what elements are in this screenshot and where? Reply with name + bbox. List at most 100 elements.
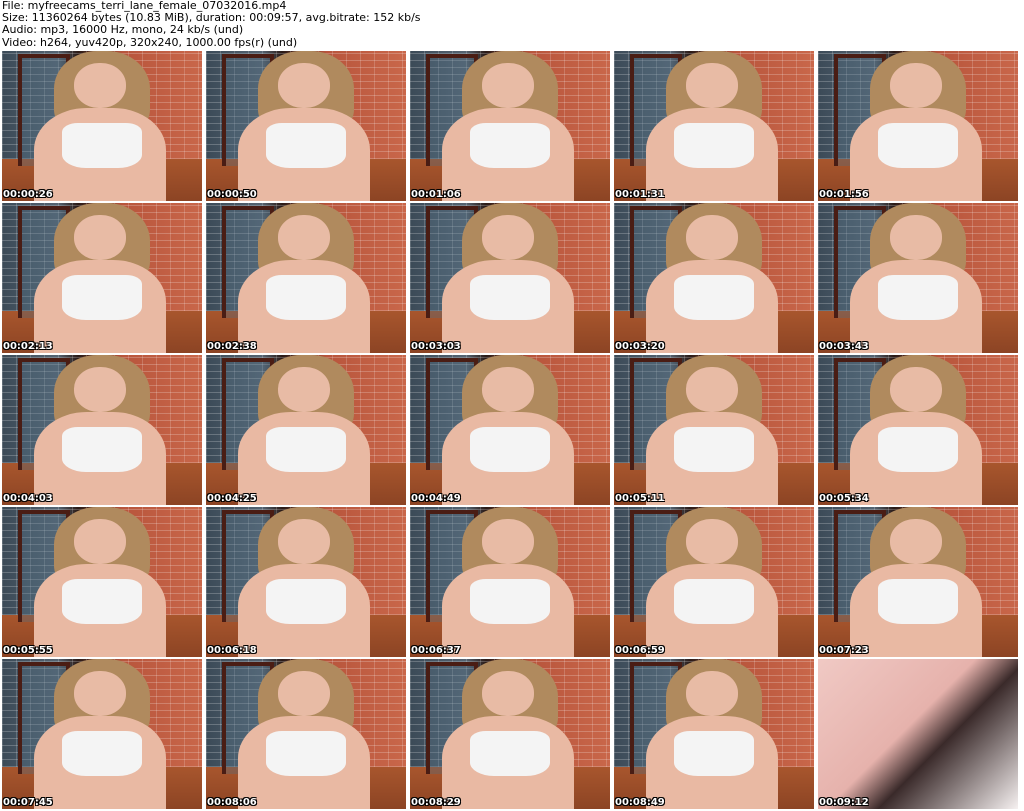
- video-thumbnail: 00:04:49: [410, 355, 610, 505]
- shirt-shape: [62, 427, 142, 472]
- video-thumbnail: 00:07:45: [2, 659, 202, 809]
- file-info-header: File: myfreecams_terri_lane_female_07032…: [2, 0, 1022, 49]
- face-shape: [278, 519, 330, 564]
- face-shape: [278, 63, 330, 108]
- video-thumbnail: 00:00:50: [206, 51, 406, 201]
- thumbnail-timestamp: 00:01:06: [411, 189, 461, 200]
- video-thumbnail: 00:00:26: [2, 51, 202, 201]
- thumbnail-timestamp: 00:05:11: [615, 493, 665, 504]
- face-shape: [890, 63, 942, 108]
- thumbnail-timestamp: 00:06:59: [615, 645, 665, 656]
- video-thumbnail: 00:02:13: [2, 203, 202, 353]
- shirt-shape: [470, 275, 550, 320]
- thumbnail-timestamp: 00:04:03: [3, 493, 53, 504]
- thumbnail-timestamp: 00:05:55: [3, 645, 53, 656]
- shirt-shape: [62, 579, 142, 624]
- thumbnail-timestamp: 00:01:56: [819, 189, 869, 200]
- face-shape: [74, 63, 126, 108]
- video-thumbnail: 00:02:38: [206, 203, 406, 353]
- shirt-shape: [266, 123, 346, 168]
- thumbnail-timestamp: 00:06:37: [411, 645, 461, 656]
- face-shape: [74, 215, 126, 260]
- video-thumbnail: 00:08:49: [614, 659, 814, 809]
- video-info-line: Video: h264, yuv420p, 320x240, 1000.00 f…: [2, 35, 298, 49]
- video-thumbnail: 00:04:25: [206, 355, 406, 505]
- shirt-shape: [62, 123, 142, 168]
- thumbnail-timestamp: 00:07:23: [819, 645, 869, 656]
- shirt-shape: [470, 427, 550, 472]
- video-thumbnail: 00:08:06: [206, 659, 406, 809]
- thumbnail-timestamp: 00:06:18: [207, 645, 257, 656]
- shirt-shape: [878, 579, 958, 624]
- thumbnail-timestamp: 00:04:25: [207, 493, 257, 504]
- video-thumbnail: 00:05:34: [818, 355, 1018, 505]
- face-shape: [686, 519, 738, 564]
- thumbnail-timestamp: 00:04:49: [411, 493, 461, 504]
- face-shape: [482, 63, 534, 108]
- thumbnail-scene: [818, 659, 1018, 809]
- shirt-shape: [266, 275, 346, 320]
- shirt-shape: [878, 275, 958, 320]
- face-shape: [890, 215, 942, 260]
- face-shape: [686, 367, 738, 412]
- video-thumbnail: 00:05:55: [2, 507, 202, 657]
- shirt-shape: [266, 427, 346, 472]
- shirt-shape: [266, 731, 346, 776]
- thumbnail-timestamp: 00:03:03: [411, 341, 461, 352]
- shirt-shape: [674, 275, 754, 320]
- face-shape: [482, 215, 534, 260]
- face-shape: [482, 671, 534, 716]
- shirt-shape: [62, 731, 142, 776]
- shirt-shape: [266, 579, 346, 624]
- thumbnail-timestamp: 00:08:06: [207, 797, 257, 808]
- shirt-shape: [674, 731, 754, 776]
- video-thumbnail: 00:06:59: [614, 507, 814, 657]
- shirt-shape: [674, 427, 754, 472]
- thumbnail-timestamp: 00:08:29: [411, 797, 461, 808]
- thumbnail-timestamp: 00:05:34: [819, 493, 869, 504]
- video-thumbnail: 00:01:31: [614, 51, 814, 201]
- shirt-shape: [470, 579, 550, 624]
- face-shape: [890, 367, 942, 412]
- thumbnail-timestamp: 00:07:45: [3, 797, 53, 808]
- thumbnail-timestamp: 00:09:12: [819, 797, 869, 808]
- shirt-shape: [878, 427, 958, 472]
- audio-info-line: Audio: mp3, 16000 Hz, mono, 24 kb/s (und…: [2, 23, 244, 37]
- video-thumbnail: 00:03:20: [614, 203, 814, 353]
- face-shape: [74, 367, 126, 412]
- video-thumbnail: 00:01:56: [818, 51, 1018, 201]
- face-shape: [890, 519, 942, 564]
- face-shape: [686, 671, 738, 716]
- shirt-shape: [878, 123, 958, 168]
- shirt-shape: [674, 579, 754, 624]
- shirt-shape: [470, 731, 550, 776]
- face-shape: [686, 63, 738, 108]
- thumbnail-timestamp: 00:01:31: [615, 189, 665, 200]
- face-shape: [686, 215, 738, 260]
- thumbnail-timestamp: 00:02:38: [207, 341, 257, 352]
- face-shape: [278, 215, 330, 260]
- video-thumbnail: 00:01:06: [410, 51, 610, 201]
- thumbnail-grid: 00:00:26 00:00:50 00:01:06 00:01:31 00:01:56…: [2, 51, 1022, 809]
- video-thumbnail: 00:09:12: [818, 659, 1018, 809]
- video-thumbnail: 00:03:43: [818, 203, 1018, 353]
- thumbnail-timestamp: 00:03:20: [615, 341, 665, 352]
- shirt-shape: [674, 123, 754, 168]
- thumbnail-timestamp: 00:00:50: [207, 189, 257, 200]
- shirt-shape: [62, 275, 142, 320]
- face-shape: [482, 367, 534, 412]
- video-thumbnail: 00:08:29: [410, 659, 610, 809]
- thumbnail-timestamp: 00:02:13: [3, 341, 53, 352]
- face-shape: [74, 671, 126, 716]
- video-thumbnail: 00:06:37: [410, 507, 610, 657]
- video-thumbnail: 00:05:11: [614, 355, 814, 505]
- video-thumbnail: 00:07:23: [818, 507, 1018, 657]
- video-thumbnail: 00:03:03: [410, 203, 610, 353]
- face-shape: [74, 519, 126, 564]
- thumbnail-timestamp: 00:00:26: [3, 189, 53, 200]
- face-shape: [278, 367, 330, 412]
- face-shape: [278, 671, 330, 716]
- face-shape: [482, 519, 534, 564]
- video-thumbnail: 00:04:03: [2, 355, 202, 505]
- thumbnail-timestamp: 00:08:49: [615, 797, 665, 808]
